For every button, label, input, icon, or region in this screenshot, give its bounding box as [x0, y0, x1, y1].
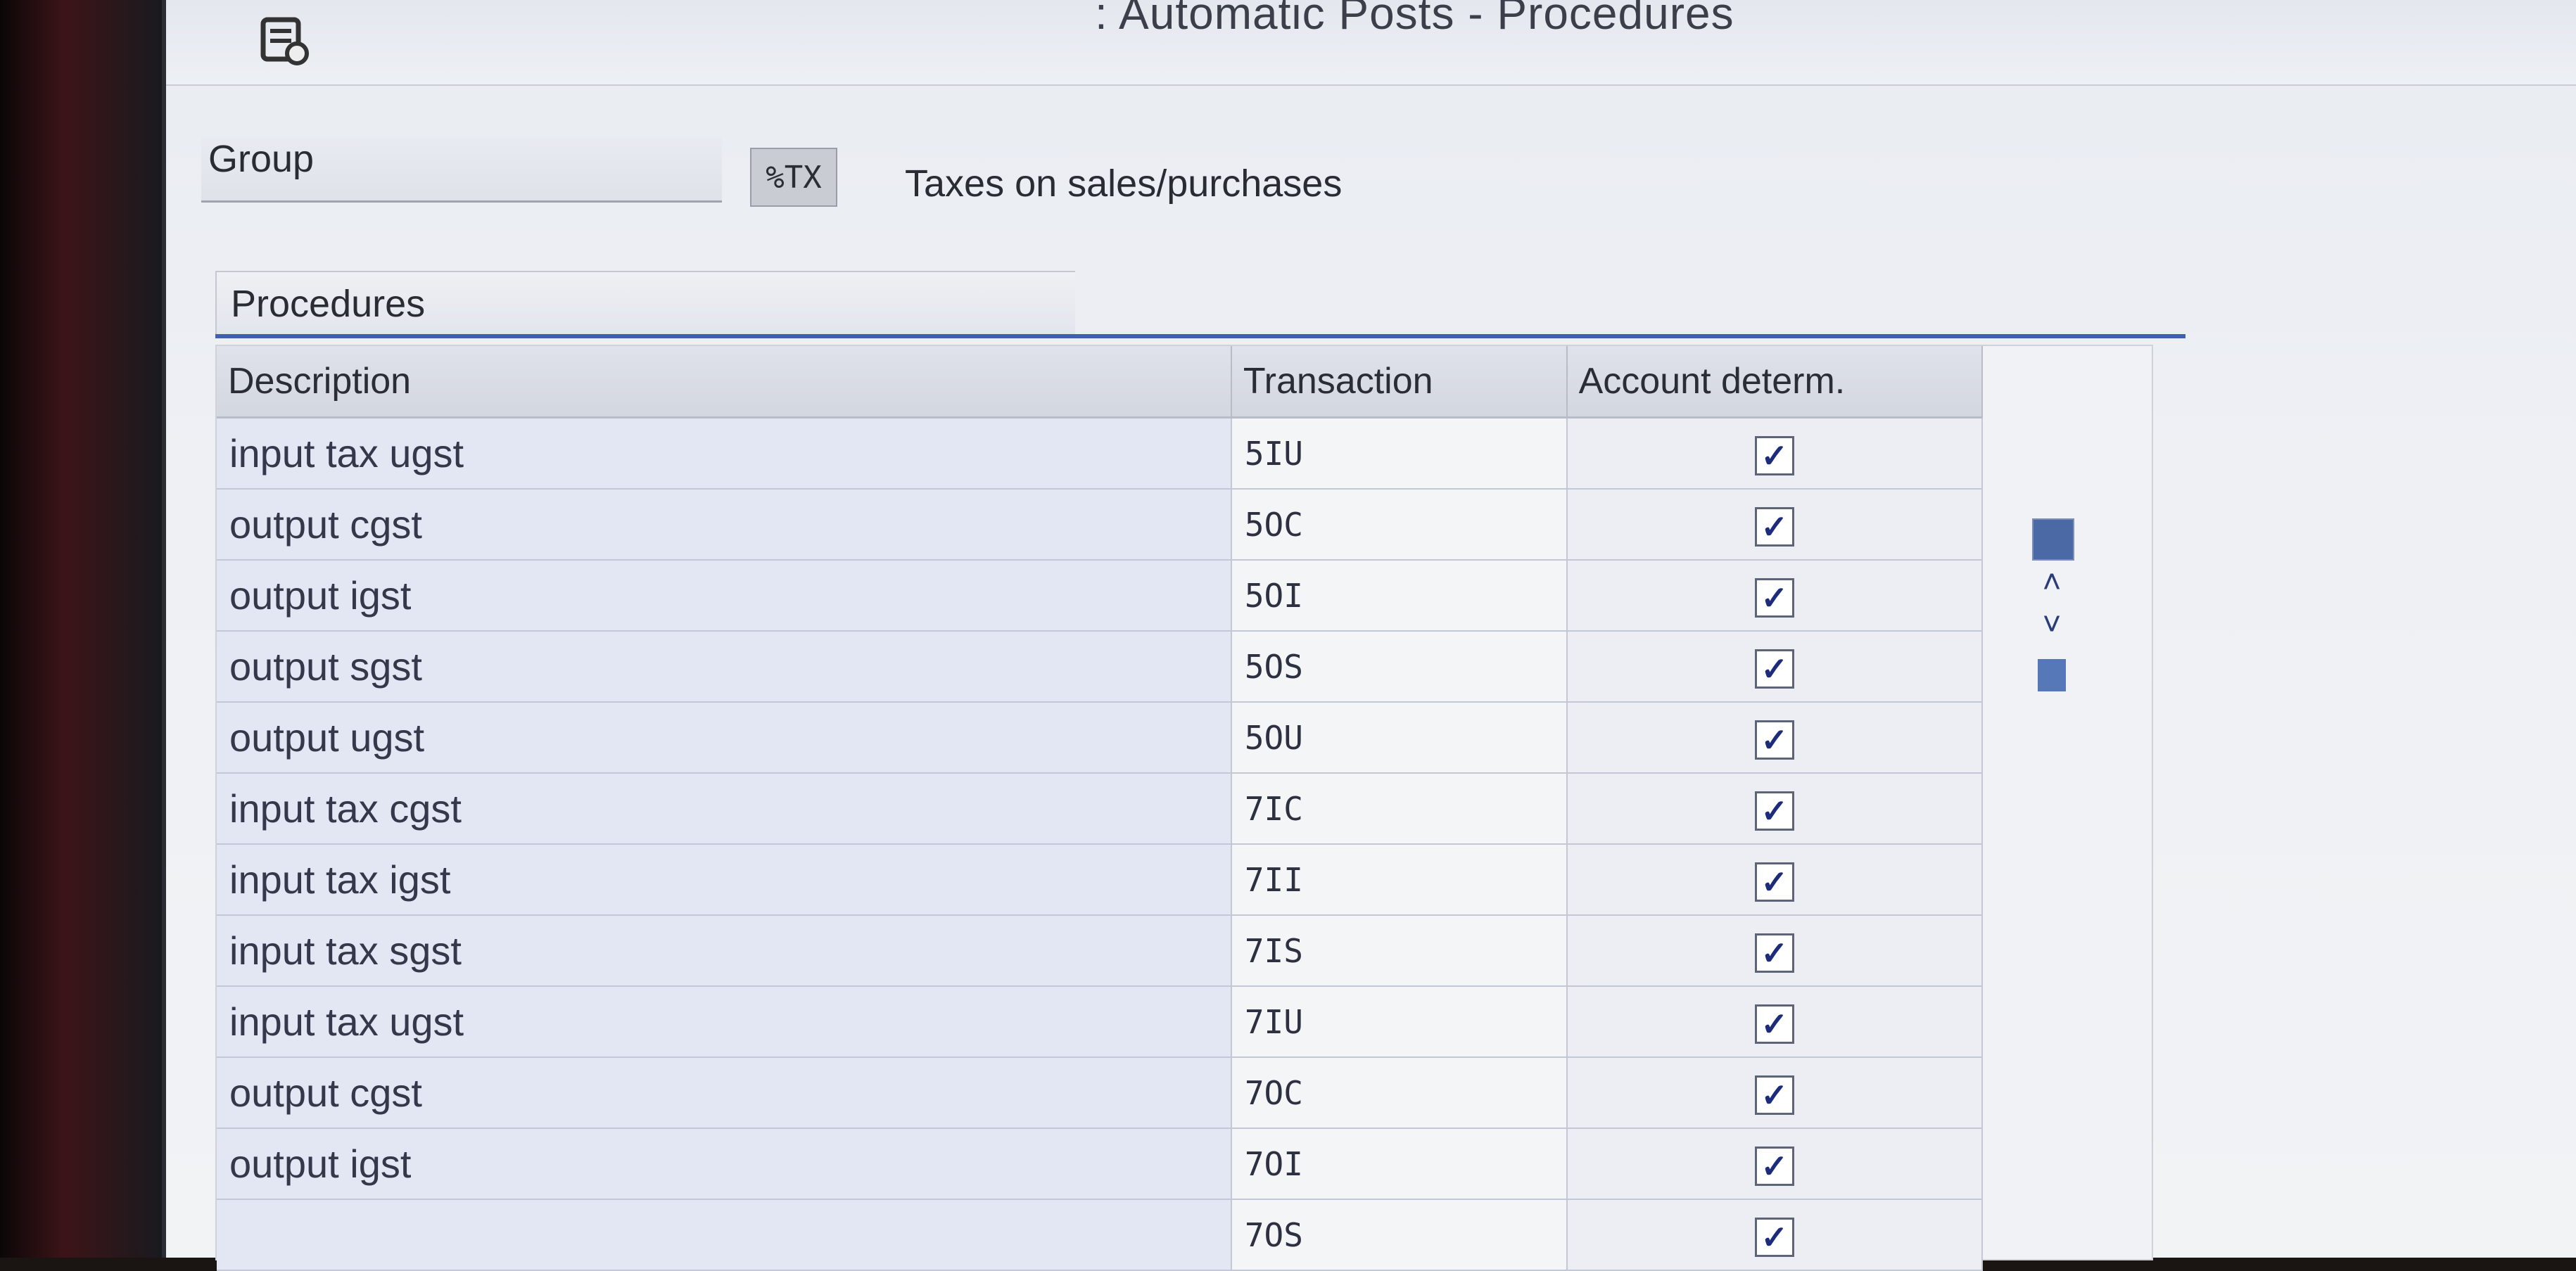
table-row[interactable]: output sgst 5OS ✓	[217, 631, 1984, 703]
account-determ-checkbox[interactable]: ✓	[1754, 578, 1794, 618]
row-account-determ: ✓	[1566, 773, 1984, 845]
tab-procedures[interactable]: Procedures	[215, 271, 1075, 336]
row-transaction[interactable]: 5OS	[1231, 631, 1568, 703]
row-description[interactable]: input tax ugst	[217, 417, 1232, 490]
group-value-field[interactable]: %TX	[750, 148, 837, 207]
sap-screen: : Automatic Posts - Procedures Group %TX…	[162, 0, 2576, 1271]
column-settings-icon[interactable]	[2032, 518, 2074, 561]
table-row[interactable]: input tax sgst 7IS ✓	[217, 915, 1984, 987]
table-scrollbar[interactable]: ˄ ˅	[2032, 518, 2074, 758]
account-determ-checkbox[interactable]: ✓	[1754, 649, 1794, 689]
panel-divider	[215, 334, 2185, 338]
column-header-account-determ[interactable]: Account determ.	[1566, 346, 1984, 419]
row-transaction[interactable]: 7OS	[1231, 1199, 1568, 1271]
account-determ-checkbox[interactable]: ✓	[1754, 933, 1794, 973]
row-description[interactable]: input tax igst	[217, 844, 1232, 916]
account-determ-checkbox[interactable]: ✓	[1754, 1218, 1794, 1257]
row-description[interactable]: output ugst	[217, 702, 1232, 774]
column-header-transaction[interactable]: Transaction	[1231, 346, 1568, 419]
row-description[interactable]: output igst	[217, 560, 1232, 632]
account-determ-checkbox[interactable]: ✓	[1754, 862, 1794, 902]
table-row[interactable]: output ugst 5OU ✓	[217, 702, 1984, 774]
account-determ-checkbox[interactable]: ✓	[1754, 1004, 1794, 1044]
row-account-determ: ✓	[1566, 844, 1984, 916]
row-account-determ: ✓	[1566, 560, 1984, 632]
row-description[interactable]: output sgst	[217, 631, 1232, 703]
table-row[interactable]: output cgst 5OC ✓	[217, 489, 1984, 561]
settings-list-icon[interactable]	[258, 14, 314, 70]
row-description[interactable]: input tax ugst	[217, 986, 1232, 1058]
row-transaction[interactable]: 7OC	[1231, 1057, 1568, 1129]
table-row[interactable]: input tax cgst 7IC ✓	[217, 773, 1984, 845]
table-row[interactable]: input tax ugst 7IU ✓	[217, 986, 1984, 1058]
table-body: input tax ugst 5IU ✓ output cgst 5OC ✓ output …	[217, 417, 1984, 1271]
row-account-determ: ✓	[1566, 1199, 1984, 1271]
account-determ-checkbox[interactable]: ✓	[1754, 436, 1794, 475]
scroll-thumb[interactable]	[2038, 659, 2066, 691]
group-label: Group	[201, 137, 722, 203]
account-determ-checkbox[interactable]: ✓	[1754, 791, 1794, 831]
title-bar: : Automatic Posts - Procedures	[166, 0, 2576, 86]
table-header-row: Description Transaction Account determ.	[217, 346, 1984, 419]
account-determ-checkbox[interactable]: ✓	[1754, 1147, 1794, 1186]
procedures-panel: Procedures Description Transaction Accou…	[201, 260, 2185, 1271]
row-account-determ: ✓	[1566, 1128, 1984, 1200]
column-header-description[interactable]: Description	[217, 346, 1232, 419]
procedures-table-container: Description Transaction Account determ. …	[215, 345, 2153, 1271]
group-description: Taxes on sales/purchases	[905, 162, 1343, 205]
table-row[interactable]: input tax ugst 5IU ✓	[217, 417, 1984, 490]
row-transaction[interactable]: 5OU	[1231, 702, 1568, 774]
group-row: Group %TX Taxes on sales/purchases	[201, 127, 1609, 211]
row-transaction[interactable]: 5OI	[1231, 560, 1568, 632]
row-description[interactable]: input tax sgst	[217, 915, 1232, 987]
row-transaction[interactable]: 5IU	[1231, 417, 1568, 490]
row-transaction[interactable]: 5OC	[1231, 489, 1568, 561]
table-row[interactable]: output igst 5OI ✓	[217, 560, 1984, 632]
row-transaction[interactable]: 7IS	[1231, 915, 1568, 987]
row-account-determ: ✓	[1566, 631, 1984, 703]
table-row[interactable]: 7OS ✓	[217, 1199, 1984, 1271]
scroll-up-icon[interactable]: ˄	[2032, 561, 2071, 603]
account-determ-checkbox[interactable]: ✓	[1754, 720, 1794, 760]
table-row[interactable]: input tax igst 7II ✓	[217, 844, 1984, 916]
row-transaction[interactable]: 7II	[1231, 844, 1568, 916]
row-description[interactable]: input tax cgst	[217, 773, 1232, 845]
row-account-determ: ✓	[1566, 702, 1984, 774]
row-description[interactable]: output igst	[217, 1128, 1232, 1200]
row-description[interactable]: output cgst	[217, 1057, 1232, 1129]
row-account-determ: ✓	[1566, 915, 1984, 987]
table-row[interactable]: output igst 7OI ✓	[217, 1128, 1984, 1200]
account-determ-checkbox[interactable]: ✓	[1754, 507, 1794, 547]
row-account-determ: ✓	[1566, 489, 1984, 561]
account-determ-checkbox[interactable]: ✓	[1754, 1075, 1794, 1115]
row-account-determ: ✓	[1566, 986, 1984, 1058]
row-account-determ: ✓	[1566, 1057, 1984, 1129]
row-account-determ: ✓	[1566, 417, 1984, 490]
table-row[interactable]: output cgst 7OC ✓	[217, 1057, 1984, 1129]
row-transaction[interactable]: 7IU	[1231, 986, 1568, 1058]
scroll-down-icon[interactable]: ˅	[2032, 603, 2071, 645]
row-transaction[interactable]: 7IC	[1231, 773, 1568, 845]
window-title: : Automatic Posts - Procedures	[1095, 0, 1734, 39]
row-description[interactable]: output cgst	[217, 489, 1232, 561]
procedures-table: Description Transaction Account determ. …	[217, 346, 1984, 1271]
monitor-bezel	[0, 0, 162, 1258]
row-transaction[interactable]: 7OI	[1231, 1128, 1568, 1200]
row-description[interactable]	[217, 1199, 1232, 1271]
